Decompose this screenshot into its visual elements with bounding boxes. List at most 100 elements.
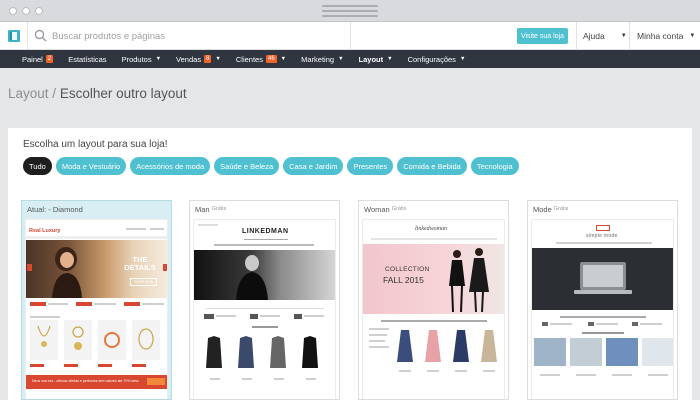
earring-icon [72, 326, 84, 350]
account-menu[interactable]: Minha conta ▼ [637, 22, 695, 50]
filter-chip-gifts[interactable]: Presentes [347, 157, 394, 175]
address-bar-placeholder [322, 5, 378, 20]
filter-chip-health[interactable]: Saúde e Beleza [214, 157, 280, 175]
product-thumb [642, 338, 673, 366]
preview-brand: Real Luxury [29, 228, 61, 234]
nav-label: Painel [22, 54, 43, 64]
layout-card-title: Man Grátis [190, 201, 339, 217]
layout-name: Man [195, 204, 210, 214]
top-separator [576, 22, 577, 50]
preview-arrow-left-icon [27, 264, 32, 271]
nav-painel[interactable]: Painel 2 [22, 54, 54, 64]
chevron-down-icon: ▼ [387, 56, 393, 62]
main-nav: Painel 2 Estatísticas Produtos ▼ Vendas 8 ▼ … [0, 50, 700, 68]
chevron-down-icon: ▼ [155, 56, 162, 62]
layout-name: Mode [533, 204, 552, 214]
preview-hero-button: SHOP NOW [130, 278, 158, 286]
nav-label: Marketing [301, 54, 335, 64]
page-title: Escolher outro layout [59, 86, 187, 101]
nav-label: Configurações [407, 54, 456, 64]
ring-icon [104, 332, 120, 348]
layout-name: Atual: - Diamond [27, 204, 83, 214]
layout-preview: LINKEDMAN [193, 219, 336, 399]
chevron-down-icon: ▼ [280, 56, 287, 62]
nav-vendas[interactable]: Vendas 8 ▼ [176, 55, 221, 64]
layout-card-man[interactable]: Man Grátis LINKEDMAN [189, 200, 340, 400]
breadcrumb-separator: / [48, 86, 60, 101]
help-menu[interactable]: Ajuda ▼ [583, 22, 627, 50]
product-dresses-icon [397, 330, 497, 362]
nav-label: Vendas [176, 54, 202, 64]
product-shirts-icon [206, 336, 318, 368]
browser-chrome [0, 0, 700, 22]
laptop-icon [574, 262, 632, 294]
layout-preview: simple mode [531, 219, 674, 399]
category-filters: Tudo Moda e Vestuário Acessórios de moda… [23, 157, 519, 175]
free-label: Grátis [391, 206, 407, 212]
model-silhouette-icon [52, 247, 82, 298]
chevron-down-icon: ▼ [459, 56, 466, 62]
filter-chip-tech[interactable]: Tecnologia [470, 157, 519, 175]
preview-hero-line1: COLLECTION [385, 266, 430, 273]
filter-chip-food[interactable]: Comida e Bebida [397, 157, 467, 175]
layout-card-woman[interactable]: Woman Grátis linkedwoman COLLECTION FALL … [358, 200, 509, 400]
preview-brand: LINKEDMAN [242, 228, 289, 235]
nav-estatisticas[interactable]: Estatísticas [68, 55, 106, 64]
search-icon [34, 29, 47, 42]
free-label: Grátis [553, 206, 569, 212]
preview-hero-title: THE DETAILS [124, 255, 156, 272]
cart-logo-icon [596, 225, 610, 231]
panel-title: Escolha um layout para sua loja! [23, 139, 168, 150]
model-silhouette-icon [236, 255, 268, 300]
layout-name: Woman [364, 204, 390, 214]
free-label: Grátis [211, 206, 227, 212]
nav-label: Estatísticas [68, 54, 107, 64]
layout-card-diamond[interactable]: Atual: - Diamond Real Luxury THE DETAILS… [21, 200, 172, 400]
preview-promo-text: Deus sua vez - ultimos ofertas e perfume… [32, 379, 139, 383]
preview-brand: linkedwoman [415, 226, 447, 232]
notification-badge: 2 [45, 55, 54, 63]
breadcrumb-parent[interactable]: Layout [8, 86, 49, 101]
preview-hero-line2: FALL 2015 [383, 275, 424, 285]
nav-marketing[interactable]: Marketing ▼ [301, 55, 343, 64]
filter-chip-all[interactable]: Tudo [23, 157, 52, 175]
window-minimize-dot[interactable] [22, 7, 30, 15]
account-label: Minha conta [637, 31, 684, 41]
preview-promo-banner: Deus sua vez - ultimos ofertas e perfume… [26, 375, 167, 389]
window-close-dot[interactable] [9, 7, 17, 15]
nav-clientes[interactable]: Clientes 46 ▼ [236, 55, 286, 64]
chevron-down-icon: ▼ [338, 56, 344, 62]
filter-chip-fashion[interactable]: Moda e Vestuário [55, 157, 127, 175]
nav-produtos[interactable]: Produtos ▼ [122, 55, 161, 64]
top-bar: Visite sua loja Ajuda ▼ Minha conta ▼ [0, 22, 700, 50]
filter-chip-home[interactable]: Casa e Jardim [283, 157, 344, 175]
product-thumb [570, 338, 602, 366]
nav-configuracoes[interactable]: Configurações ▼ [408, 55, 466, 64]
filter-chip-accessories[interactable]: Acessórios de moda [130, 157, 211, 175]
necklace-icon [37, 325, 51, 347]
visit-store-button[interactable]: Visite sua loja [517, 28, 568, 44]
bracelet-icon [138, 328, 154, 350]
top-separator [350, 22, 351, 50]
app-logo[interactable] [0, 22, 28, 50]
preview-brand: simple mode [586, 233, 618, 239]
search-input[interactable] [52, 27, 342, 45]
layout-card-title: Woman Grátis [359, 201, 508, 217]
product-thumb [606, 338, 638, 366]
nav-label: Layout [358, 54, 384, 64]
layout-preview: Real Luxury THE DETAILS SHOP NOW Deus su… [25, 219, 168, 399]
layout-card-mode[interactable]: Mode Grátis simple mode [527, 200, 678, 400]
preview-arrow-right-icon [163, 264, 167, 271]
top-separator [629, 22, 630, 50]
chevron-down-icon: ▼ [689, 33, 696, 39]
help-label: Ajuda [583, 31, 605, 41]
layout-card-title: Mode Grátis [528, 201, 677, 217]
chevron-down-icon: ▼ [215, 56, 221, 62]
notification-badge: 8 [204, 55, 212, 63]
breadcrumb: Layout / Escolher outro layout [8, 86, 187, 101]
nav-layout[interactable]: Layout ▼ [359, 55, 393, 64]
notification-badge: 46 [265, 55, 277, 63]
nav-label: Produtos [121, 54, 152, 64]
window-maximize-dot[interactable] [35, 7, 43, 15]
model-silhouette-icon [449, 248, 489, 313]
